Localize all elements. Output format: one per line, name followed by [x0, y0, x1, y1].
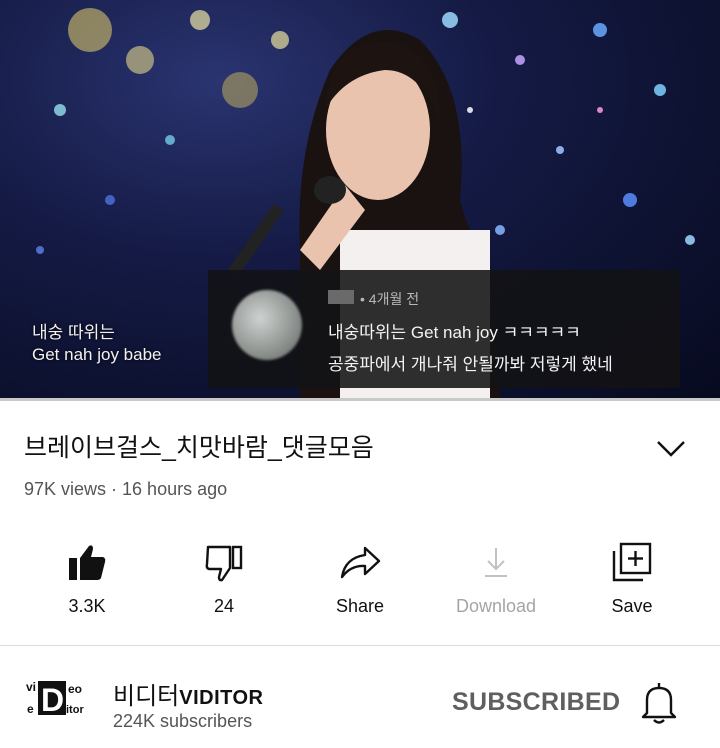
download-label: Download	[455, 596, 537, 616]
chevron-down-icon[interactable]	[654, 436, 688, 460]
logo-vi: vi	[26, 680, 36, 694]
comment-timestamp: • 4개월 전	[360, 291, 420, 307]
comment-overlay: • 4개월 전 내숭따위는 Get nah joy ㅋㅋㅋㅋㅋ 공중파에서 개나…	[208, 270, 680, 388]
channel-name-latin: VIDITOR	[179, 687, 264, 709]
bell-icon[interactable]	[641, 680, 677, 724]
channel-logo[interactable]: vi D eo e itor	[24, 677, 88, 719]
video-subtitle: 내숭 따위는 Get nah joy babe	[32, 322, 161, 366]
channel-name[interactable]: 비디터VIDITOR	[113, 676, 264, 711]
thumbs-down-icon	[205, 545, 243, 582]
comment-text-line-1: 내숭따위는 Get nah joy ㅋㅋㅋㅋㅋ	[328, 323, 581, 342]
thumbs-up-icon	[69, 545, 106, 580]
commenter-avatar	[232, 290, 302, 360]
download-button[interactable]: Download	[441, 540, 551, 617]
channel-name-korean: 비디터	[113, 683, 180, 710]
video-player[interactable]: 내숭 따위는 Get nah joy babe • 4개월 전 내숭따위는 Ge…	[0, 0, 720, 400]
commenter-name-redacted	[328, 290, 354, 304]
comment-text-line-2: 공중파에서 개나줘 안될까봐 저렇게 했네	[328, 355, 613, 374]
logo-itor: itor	[66, 704, 84, 716]
divider	[0, 645, 720, 646]
logo-eo: eo	[68, 682, 82, 696]
logo-e: e	[27, 702, 34, 716]
like-count: 3.3K	[68, 596, 106, 616]
download-icon	[485, 548, 507, 577]
subtitle-line-1: 내숭 따위는	[32, 323, 115, 342]
video-progress-bar[interactable]	[0, 398, 720, 401]
dislike-button[interactable]: 24	[169, 540, 279, 617]
playlist-add-icon	[612, 542, 652, 582]
share-button[interactable]: Share	[305, 540, 415, 617]
save-button[interactable]: Save	[577, 540, 687, 617]
share-label: Share	[335, 596, 385, 616]
subtitle-line-2: Get nah joy babe	[32, 345, 162, 364]
save-label: Save	[611, 596, 653, 616]
logo-d: D	[41, 682, 64, 718]
like-button[interactable]: 3.3K	[32, 540, 142, 617]
video-title: 브레이브걸스_치맛바람_댓글모음	[24, 434, 374, 462]
view-stats: 97K views · 16 hours ago	[24, 479, 228, 499]
subscriber-count: 224K subscribers	[113, 711, 253, 731]
share-icon	[340, 546, 381, 579]
subscribed-button[interactable]: SUBSCRIBED	[452, 688, 620, 717]
dislike-count: 24	[213, 596, 235, 616]
